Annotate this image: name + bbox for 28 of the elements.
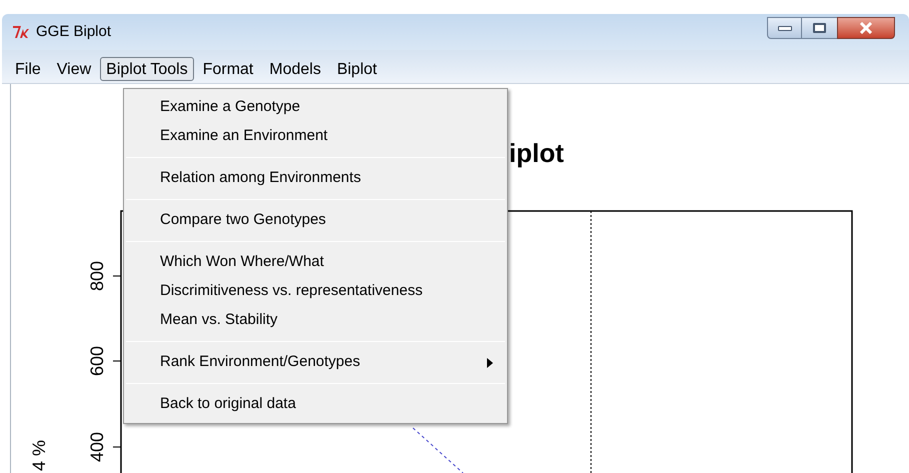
menu-option[interactable]: Examine a Genotype (124, 93, 507, 122)
y-tick-label: 600 (87, 346, 107, 376)
menu-item[interactable]: Biplot Tools (100, 57, 194, 81)
y-axis-label: 4 % (29, 440, 49, 472)
close-button[interactable] (837, 17, 895, 39)
window-title: GGE Biplot (36, 22, 112, 42)
y-tick-label: 800 (87, 260, 107, 292)
menu-option[interactable]: Back to original data (124, 390, 507, 419)
dashed-line (412, 428, 464, 473)
y-tick-label: 400 (87, 432, 107, 462)
minimize-button[interactable] (767, 17, 802, 39)
menu-option[interactable]: Examine an Environment (124, 122, 507, 151)
menu-option[interactable]: Which Won Where/What (124, 248, 507, 277)
menu-item[interactable]: Models (262, 57, 328, 81)
menu-option[interactable]: Discrimitiveness vs. representativeness (124, 277, 507, 306)
menu-option[interactable]: Rank Environment/Genotypes (124, 348, 507, 377)
maximize-button[interactable] (802, 17, 837, 39)
menu-item[interactable]: View (50, 57, 98, 81)
menu-item[interactable]: Format (196, 57, 260, 81)
menu-option[interactable]: Mean vs. Stability (124, 306, 507, 335)
menu-option[interactable]: Compare two Genotypes (124, 206, 507, 235)
plot-title: iplot (509, 138, 564, 168)
app-logo-icon (12, 24, 32, 40)
close-icon (859, 22, 873, 34)
menu-item[interactable]: File (8, 57, 48, 81)
submenu-arrow-icon (487, 358, 493, 368)
menu-option[interactable]: Relation among Environments (124, 164, 507, 193)
menu-item[interactable]: Biplot (330, 57, 384, 81)
